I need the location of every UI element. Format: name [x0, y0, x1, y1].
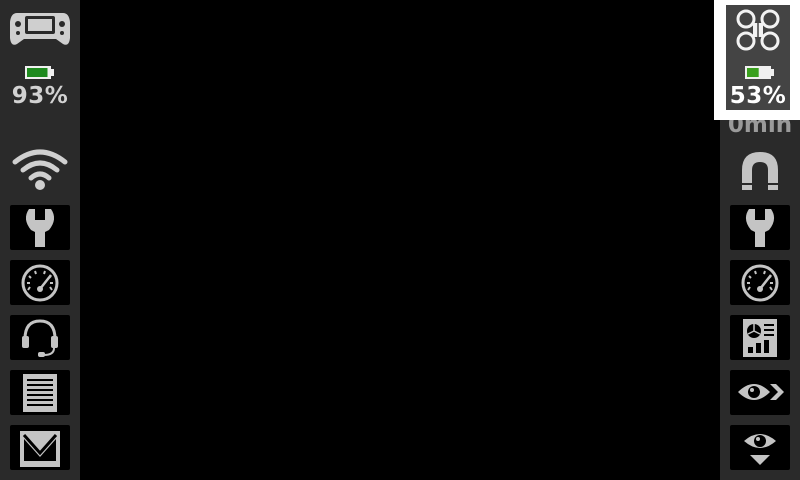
document-icon	[23, 374, 57, 412]
headset-icon	[22, 319, 58, 357]
controller-battery-icon	[25, 66, 54, 79]
dashboard-button[interactable]	[730, 315, 790, 360]
video-feed-area	[80, 0, 720, 480]
drone-battery-icon	[745, 66, 774, 79]
drone-status-inner: 53%	[726, 5, 790, 110]
view-forward-button[interactable]	[730, 370, 790, 415]
drone-status-panel[interactable]: 53%	[714, 0, 800, 120]
left-sidebar: 93%	[0, 0, 80, 480]
gauge-button[interactable]	[10, 260, 70, 305]
drone-gauge-button[interactable]	[730, 260, 790, 305]
view-down-button[interactable]	[730, 425, 790, 470]
headset-button[interactable]	[10, 315, 70, 360]
wifi-icon	[12, 149, 68, 190]
drone-settings-button[interactable]	[730, 205, 790, 250]
eye-down-icon	[744, 434, 776, 465]
magnet-icon	[742, 152, 778, 190]
controller-battery-percent: 93%	[11, 83, 69, 109]
download-icon	[20, 431, 60, 467]
speedometer-icon	[21, 264, 59, 302]
drone-icon	[736, 9, 780, 51]
dashboard-chart-icon	[743, 319, 777, 357]
wrench-icon	[25, 209, 55, 247]
eye-arrow-icon	[738, 384, 784, 400]
gamepad-icon	[10, 13, 70, 45]
speedometer-icon	[741, 264, 779, 302]
log-button[interactable]	[10, 370, 70, 415]
download-button[interactable]	[10, 425, 70, 470]
wrench-icon	[745, 209, 775, 247]
settings-button[interactable]	[10, 205, 70, 250]
drone-battery-percent: 53%	[729, 83, 787, 109]
